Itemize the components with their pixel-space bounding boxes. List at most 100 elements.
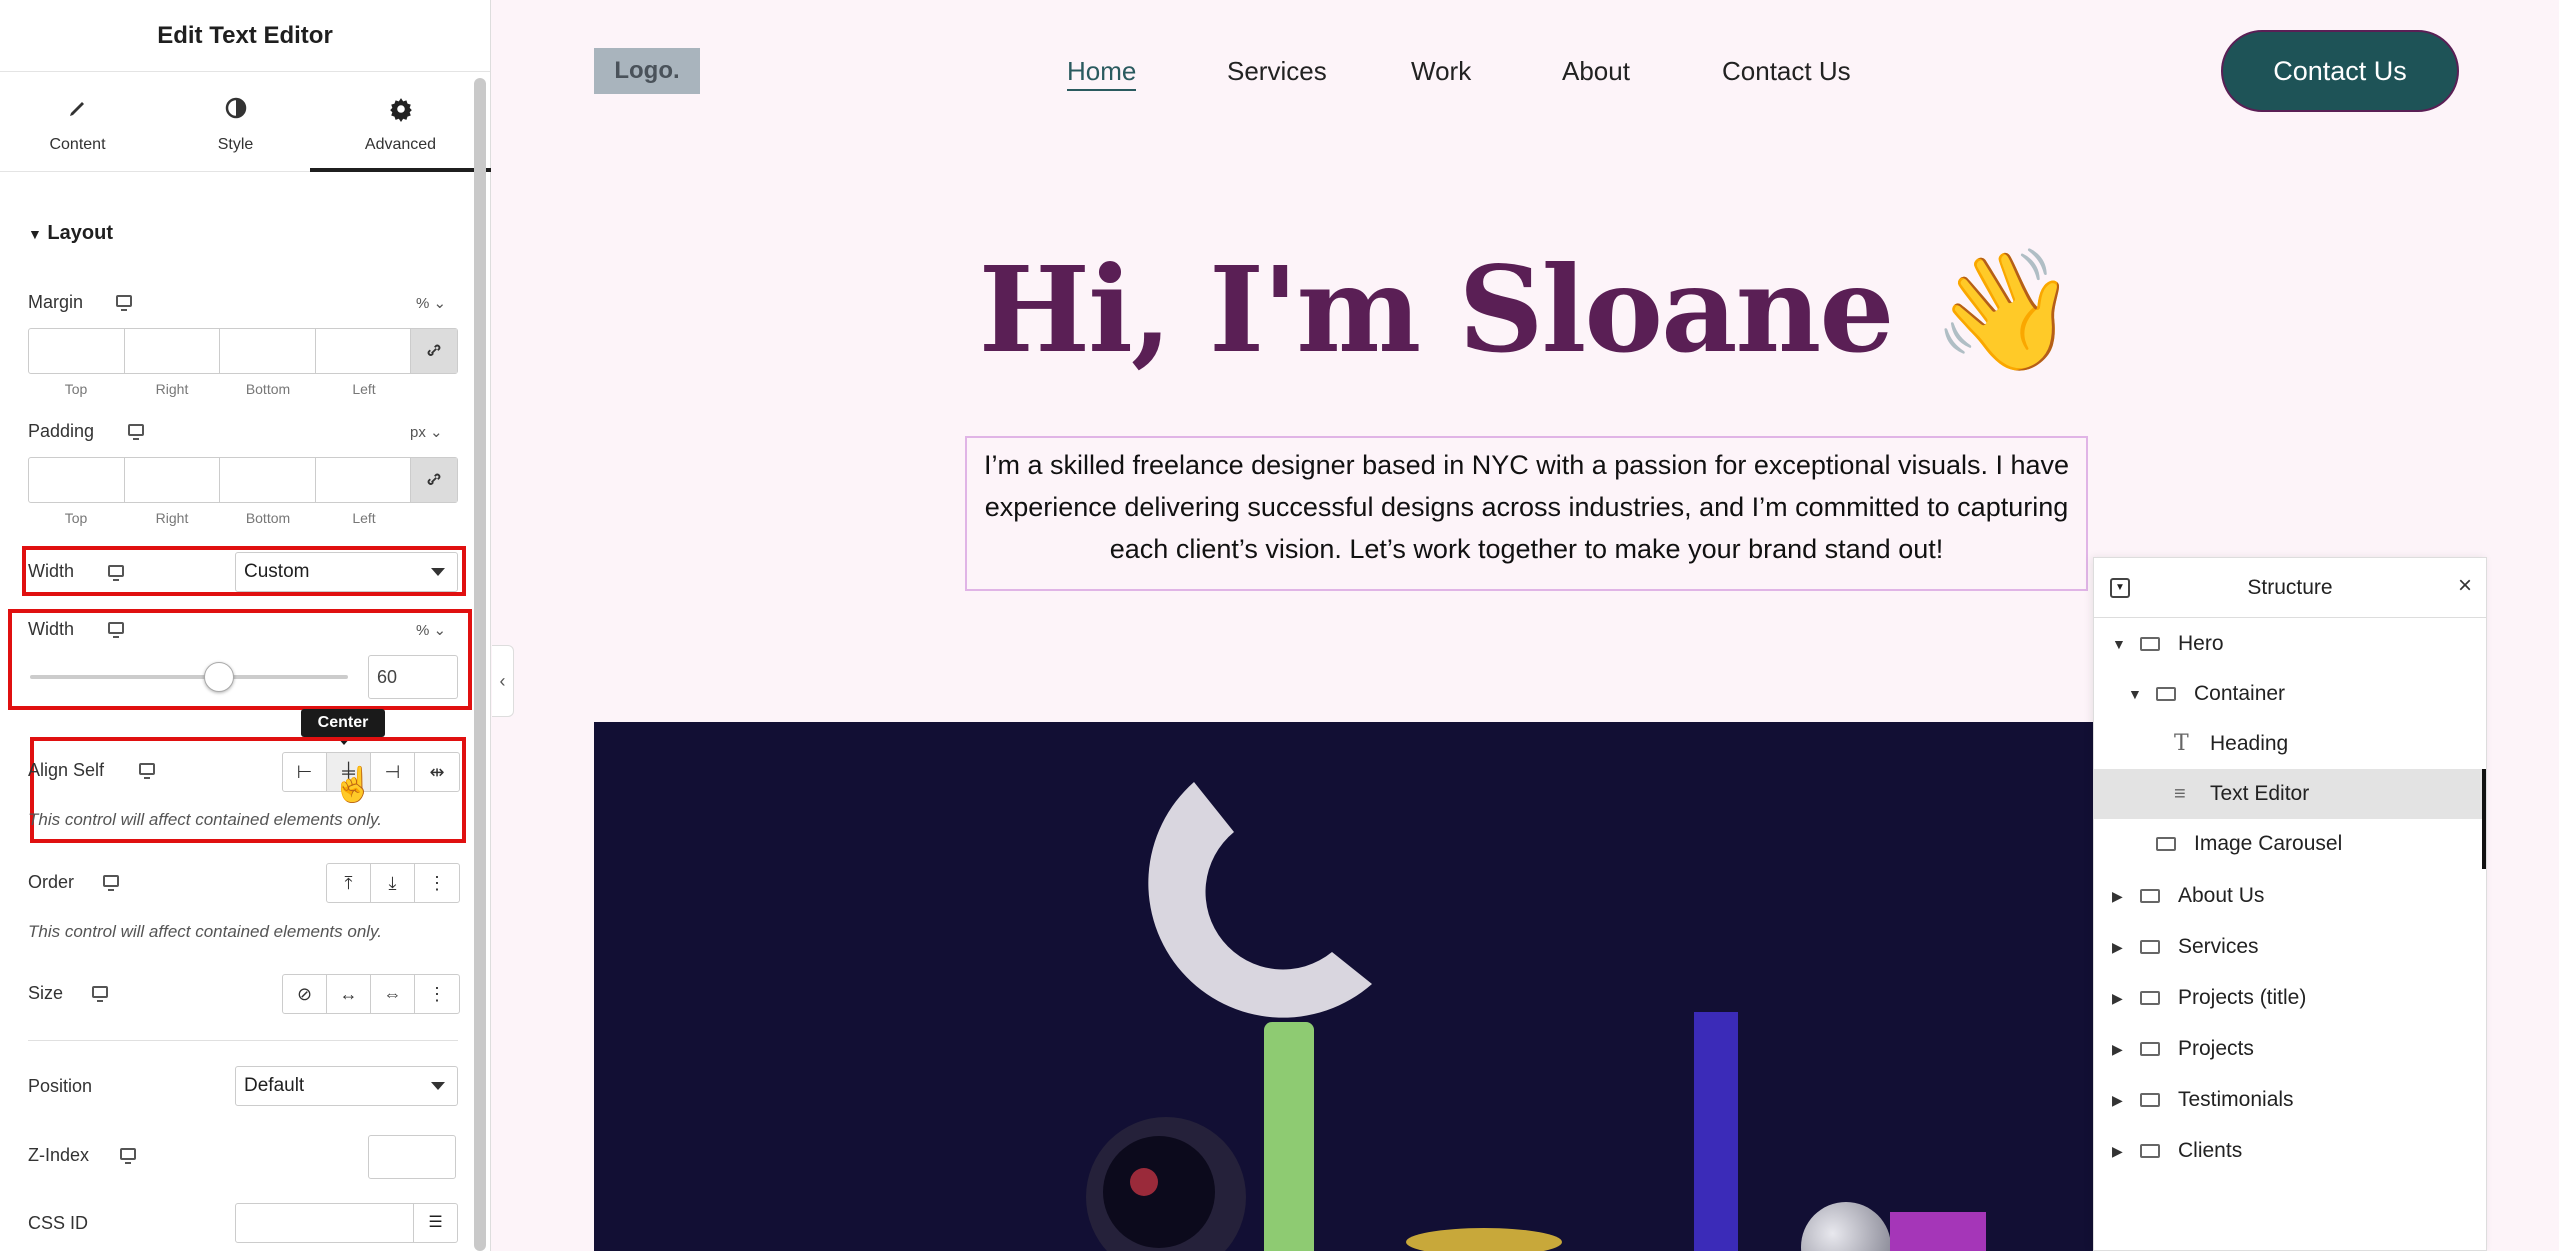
structure-item-label: About Us (2178, 884, 2265, 907)
align-stretch-icon[interactable]: ⇹ (415, 753, 459, 791)
more-icon[interactable]: ⋮ (415, 975, 459, 1013)
editor-panel: Edit Text Editor Content Style Advanced … (0, 0, 491, 1251)
structure-item-label: Projects (title) (2178, 986, 2307, 1009)
align-self-label: Align Self (28, 760, 105, 780)
pencil-icon (0, 96, 155, 125)
caret-down-icon[interactable]: ▼ (2128, 669, 2142, 719)
margin-left-label: Left (352, 381, 376, 397)
tab-label: Style (217, 136, 254, 153)
structure-item-label: Text Editor (2210, 782, 2310, 805)
tab-content[interactable]: Content (0, 72, 155, 172)
width-slider-label: Width (28, 619, 75, 639)
structure-item-label: Testimonials (2178, 1088, 2294, 1111)
desktop-icon[interactable] (103, 875, 119, 891)
no-size-icon[interactable]: ⊘ (283, 975, 327, 1013)
structure-item-projects[interactable]: ▶ Projects (2094, 1024, 2486, 1074)
z-index-label: Z-Index (28, 1145, 90, 1165)
nav-work[interactable]: Work (1411, 56, 1471, 87)
tab-label: Advanced (364, 136, 437, 153)
divider (28, 1040, 458, 1041)
site-logo[interactable]: Logo. (594, 48, 700, 94)
width-select-label: Width (28, 561, 75, 581)
structure-item-services[interactable]: ▶ Services (2094, 922, 2486, 972)
padding-bottom-label: Bottom (245, 510, 291, 526)
contact-us-button[interactable]: Contact Us (2221, 30, 2459, 112)
structure-item-heading[interactable]: T Heading (2094, 719, 2486, 769)
nav-services[interactable]: Services (1227, 56, 1327, 87)
container-icon (2156, 687, 2176, 701)
hero-text-editor[interactable]: I’m a skilled freelance designer based i… (965, 436, 2088, 591)
width-select[interactable]: Custom (235, 552, 458, 592)
caret-right-icon[interactable]: ▶ (2112, 1126, 2123, 1176)
database-icon[interactable]: ☰ (413, 1204, 457, 1242)
structure-item-hero[interactable]: ▼ Hero (2094, 619, 2486, 669)
chevron-left-icon: ‹ (499, 671, 506, 691)
panel-title: Edit Text Editor (0, 0, 490, 72)
structure-item-clients[interactable]: ▶ Clients (2094, 1126, 2486, 1176)
link-icon[interactable] (411, 458, 457, 502)
width-value-input[interactable]: 60 (368, 655, 458, 699)
width-slider-thumb[interactable] (204, 662, 234, 692)
caret-right-icon[interactable]: ▶ (2112, 1024, 2123, 1074)
desktop-icon[interactable] (108, 622, 124, 638)
heading-icon: T (2174, 731, 2189, 756)
padding-inputs (28, 457, 458, 503)
carousel-icon (2156, 837, 2176, 851)
nav-contact[interactable]: Contact Us (1722, 56, 1851, 87)
margin-right-label: Right (155, 381, 189, 397)
align-end-icon[interactable]: ⊣ (371, 753, 415, 791)
align-start-icon[interactable]: ⊢ (283, 753, 327, 791)
align-self-note: This control will affect contained eleme… (28, 810, 383, 829)
order-buttons: ⤒ ⤓ ⋮ (326, 863, 460, 903)
padding-top-input[interactable] (29, 458, 125, 502)
position-label: Position (28, 1076, 93, 1096)
width-select-value: Custom (244, 561, 310, 582)
width-unit-select[interactable]: % ⌄ (416, 621, 446, 639)
padding-unit-select[interactable]: px ⌄ (410, 423, 443, 441)
css-id-input[interactable]: ☰ (235, 1203, 458, 1243)
nav-home[interactable]: Home (1067, 56, 1137, 91)
caret-right-icon[interactable]: ▶ (2112, 973, 2123, 1023)
structure-item-projects-title[interactable]: ▶ Projects (title) (2094, 973, 2486, 1023)
margin-bottom-label: Bottom (245, 381, 291, 397)
image-carousel[interactable] (594, 722, 2094, 1251)
margin-top-label: Top (64, 381, 88, 397)
structure-item-testimonials[interactable]: ▶ Testimonials (2094, 1075, 2486, 1125)
structure-item-image-carousel[interactable]: Image Carousel (2094, 819, 2486, 869)
close-icon[interactable]: × (2458, 572, 2472, 600)
padding-left-input[interactable] (316, 458, 411, 502)
desktop-icon[interactable] (120, 1148, 136, 1164)
order-start-icon[interactable]: ⤒ (327, 864, 371, 902)
structure-item-label: Projects (2178, 1037, 2254, 1060)
width-slider-track[interactable] (30, 675, 348, 679)
caret-right-icon[interactable]: ▶ (2112, 871, 2123, 921)
order-end-icon[interactable]: ⤓ (371, 864, 415, 902)
caret-down-icon[interactable]: ▼ (2112, 619, 2126, 669)
grow-icon[interactable]: ↔ (327, 975, 371, 1013)
order-note: This control will affect contained eleme… (28, 922, 383, 941)
z-index-input[interactable] (368, 1135, 456, 1179)
desktop-icon[interactable] (139, 763, 155, 779)
structure-item-about-us[interactable]: ▶ About Us (2094, 871, 2486, 921)
tab-advanced[interactable]: Advanced (310, 72, 491, 172)
position-select[interactable]: Default (235, 1066, 458, 1106)
tab-style[interactable]: Style (158, 72, 313, 172)
structure-item-text-editor[interactable]: ≡ Text Editor (2094, 769, 2486, 819)
shrink-icon[interactable]: ⇔ (371, 975, 415, 1013)
structure-item-label: Hero (2178, 632, 2224, 655)
desktop-icon[interactable] (128, 424, 144, 440)
structure-item-container[interactable]: ▼ Container (2094, 669, 2486, 719)
padding-left-label: Left (352, 510, 376, 526)
desktop-icon[interactable] (108, 565, 124, 581)
nav-about[interactable]: About (1562, 56, 1630, 87)
size-buttons: ⊘ ↔ ⇔ ⋮ (282, 974, 460, 1014)
padding-bottom-input[interactable] (220, 458, 316, 502)
desktop-icon[interactable] (92, 986, 108, 1002)
more-icon[interactable]: ⋮ (415, 864, 459, 902)
caret-right-icon[interactable]: ▶ (2112, 922, 2123, 972)
hero-heading[interactable]: Hi, I'm Sloane 👋 (0, 240, 2559, 380)
collapse-panel-button[interactable]: ‹ (492, 645, 514, 717)
hand-cursor-icon: ☝ (332, 766, 375, 804)
padding-right-input[interactable] (125, 458, 220, 502)
caret-right-icon[interactable]: ▶ (2112, 1075, 2123, 1125)
